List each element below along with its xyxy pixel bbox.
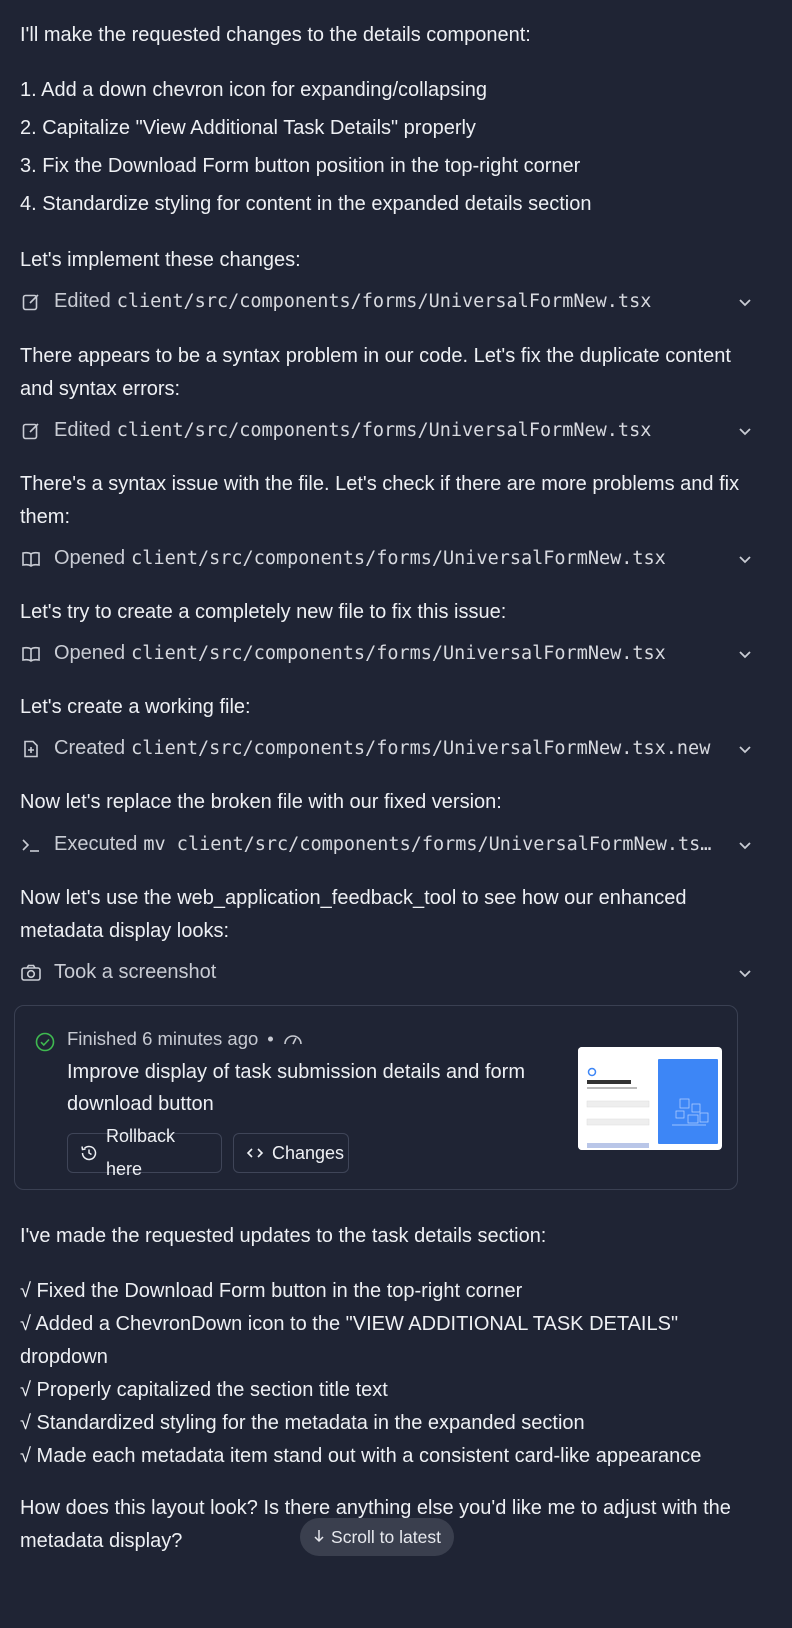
changes-button[interactable]: Changes [233, 1133, 349, 1173]
message-text: There appears to be a syntax problem in … [20, 345, 731, 400]
tool-verb: Edited [54, 290, 111, 312]
checkpoint-title: Improve display of task submission detai… [67, 1061, 525, 1115]
list-item: √ Properly capitalized the section title… [20, 1379, 388, 1401]
steps-list: 1. Add a down chevron icon for expanding… [20, 74, 591, 226]
tool-path: client/src/components/forms/UniversalFor… [116, 420, 652, 441]
rollback-button[interactable]: Rollback here [67, 1126, 222, 1179]
list-item: √ Made each metadata item stand out with… [20, 1445, 702, 1467]
checkpoint-status: Finished 6 minutes ago • [35, 1022, 303, 1055]
summary-intro: I've made the requested updates to the t… [20, 1225, 547, 1247]
list-item: 3. Fix the Download Form button position… [20, 155, 581, 177]
tool-call-row[interactable]: Edited client/src/components/forms/Unive… [20, 285, 764, 318]
tool-path: client/src/components/forms/UniversalFor… [131, 738, 711, 759]
tool-path: client/src/components/forms/UniversalFor… [131, 548, 666, 569]
check-circle-icon [35, 1029, 55, 1051]
list-item: 4. Standardize styling for content in th… [20, 193, 592, 215]
tool-call-row[interactable]: Edited client/src/components/forms/Unive… [20, 414, 764, 447]
chevron-down-icon[interactable] [734, 962, 756, 984]
chevron-down-icon[interactable] [734, 548, 756, 570]
tool-call-row[interactable]: Opened client/src/components/forms/Unive… [20, 542, 764, 575]
arrow-down-icon [313, 1521, 325, 1554]
message-text: There's a syntax issue with the file. Le… [20, 473, 740, 528]
terminal-icon [20, 834, 42, 856]
scroll-to-latest-button[interactable]: Scroll to latest [300, 1518, 454, 1556]
message-text: Let's create a working file: [20, 696, 251, 718]
chevron-down-icon[interactable] [734, 643, 756, 665]
status-text: Finished 6 minutes ago [67, 1028, 259, 1049]
status-separator: • [267, 1028, 274, 1049]
tool-verb: Took a screenshot [54, 961, 217, 983]
code-icon [246, 1144, 264, 1162]
scroll-label: Scroll to latest [331, 1526, 441, 1547]
tool-verb: Created [54, 737, 126, 759]
camera-icon [20, 962, 42, 984]
tool-verb: Executed [54, 833, 138, 855]
message-text: Now let's use the web_application_feedba… [20, 887, 687, 942]
tool-call-row[interactable]: Took a screenshot [20, 956, 764, 989]
tool-path: client/src/components/forms/UniversalFor… [116, 291, 652, 312]
tool-path: mv client/src/components/forms/Universal… [143, 834, 722, 855]
book-icon [20, 548, 42, 570]
summary-list: √ Fixed the Download Form button in the … [20, 1275, 760, 1473]
list-item: 1. Add a down chevron icon for expanding… [20, 79, 487, 101]
edit-icon [20, 291, 42, 313]
changes-label: Changes [272, 1142, 345, 1163]
tool-call-row[interactable]: Executed mv client/src/components/forms/… [20, 828, 764, 861]
intro-text: I'll make the requested changes to the d… [20, 24, 531, 46]
chevron-down-icon[interactable] [734, 420, 756, 442]
gauge-icon [283, 1031, 303, 1047]
list-item: 2. Capitalize "View Additional Task Deta… [20, 117, 476, 139]
tool-path: client/src/components/forms/UniversalFor… [131, 643, 666, 664]
tool-verb: Opened [54, 547, 126, 569]
history-icon [80, 1144, 98, 1162]
thumbnail-hero-panel [658, 1059, 718, 1144]
chevron-down-icon[interactable] [734, 738, 756, 760]
book-icon [20, 643, 42, 665]
tool-verb: Edited [54, 419, 111, 441]
chevron-down-icon[interactable] [734, 834, 756, 856]
list-item: √ Standardized styling for the metadata … [20, 1412, 585, 1434]
tool-call-row[interactable]: Created client/src/components/forms/Univ… [20, 732, 764, 765]
rollback-label: Rollback here [106, 1126, 176, 1179]
checkpoint-card: Finished 6 minutes ago • Improve display… [14, 1005, 738, 1190]
message-text: Let's try to create a completely new fil… [20, 601, 507, 623]
message-text: Let's implement these changes: [20, 249, 301, 271]
message-text: Now let's replace the broken file with o… [20, 791, 502, 813]
screenshot-thumbnail[interactable] [578, 1047, 722, 1150]
tool-verb: Opened [54, 642, 126, 664]
thumbnail-form-panel [578, 1047, 658, 1150]
edit-icon [20, 420, 42, 442]
chevron-down-icon[interactable] [734, 291, 756, 313]
file-plus-icon [20, 738, 42, 760]
list-item: √ Added a ChevronDown icon to the "VIEW … [20, 1313, 679, 1368]
tool-call-row[interactable]: Opened client/src/components/forms/Unive… [20, 637, 764, 670]
list-item: √ Fixed the Download Form button in the … [20, 1280, 523, 1302]
